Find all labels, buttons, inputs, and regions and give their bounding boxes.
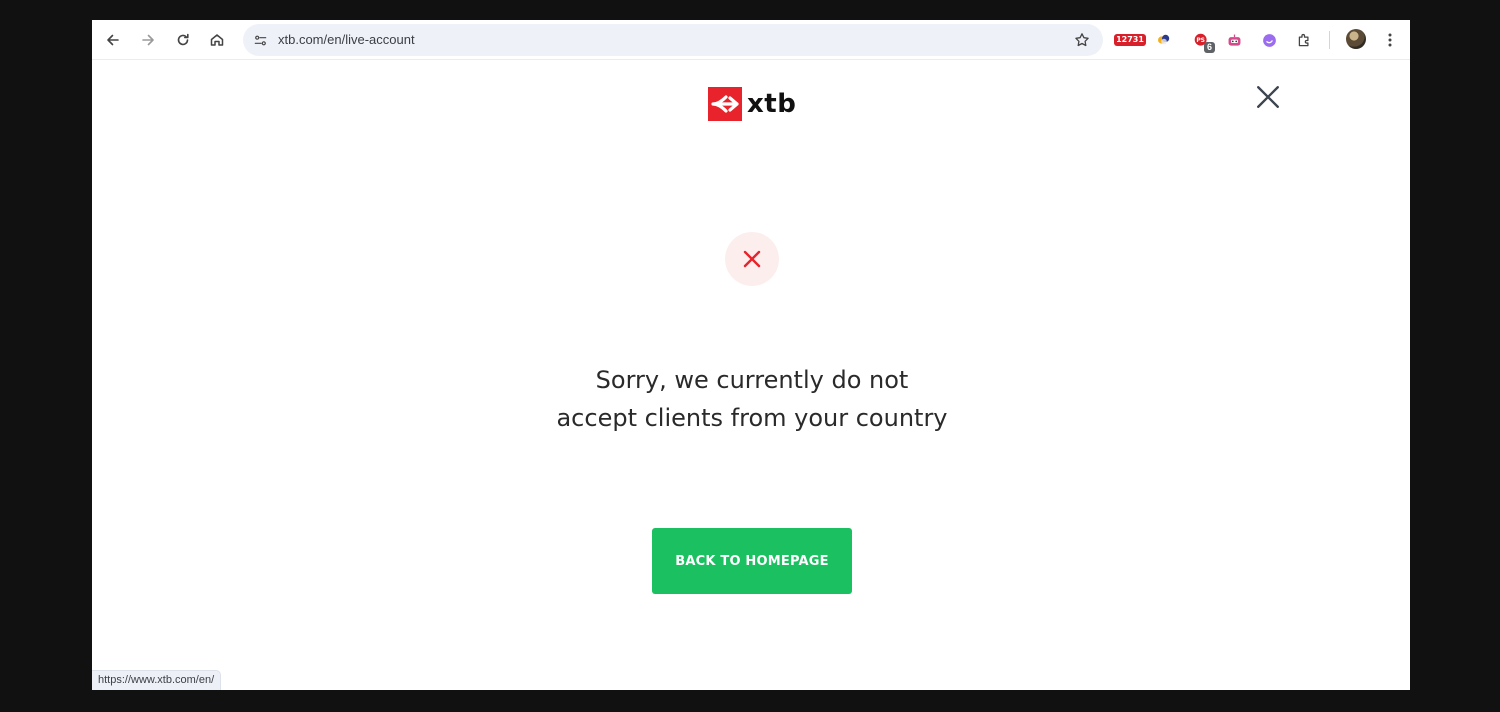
bookmark-star-icon[interactable] xyxy=(1073,31,1091,49)
error-message: Sorry, we currently do not accept client… xyxy=(556,366,948,432)
error-status-badge xyxy=(725,232,779,286)
error-x-icon xyxy=(743,250,761,268)
forward-button[interactable] xyxy=(135,27,161,53)
more-vert-icon xyxy=(1388,33,1392,47)
robot-extension-icon[interactable] xyxy=(1222,29,1246,51)
xtb-logo[interactable]: xtb xyxy=(708,86,796,121)
toolbar-divider xyxy=(1329,31,1330,49)
status-bar-link-preview: https://www.xtb.com/en/ xyxy=(92,670,222,690)
calendar-extension-icon[interactable]: 12731 xyxy=(1114,29,1146,51)
back-button[interactable] xyxy=(100,27,126,53)
url-text[interactable]: xtb.com/en/live-account xyxy=(278,32,415,47)
forward-arrow-icon xyxy=(142,34,154,46)
red-extension-icon[interactable]: PS 6 xyxy=(1187,29,1215,53)
purple-extension-icon[interactable] xyxy=(1257,29,1281,51)
puzzle-extensions-icon[interactable] xyxy=(1292,29,1316,51)
svg-text:PS: PS xyxy=(1196,37,1205,44)
color-picker-extension-icon[interactable] xyxy=(1152,29,1176,51)
close-icon xyxy=(1257,86,1279,108)
reload-icon xyxy=(177,33,189,46)
back-arrow-icon xyxy=(107,34,119,46)
reload-button[interactable] xyxy=(170,27,196,53)
close-button[interactable] xyxy=(1252,81,1284,113)
site-info-icon[interactable] xyxy=(250,30,270,50)
home-button[interactable] xyxy=(204,27,230,53)
browser-toolbar: xtb.com/en/live-account 12731 PS 6 xyxy=(92,20,1410,60)
xtb-logo-mark-icon xyxy=(708,86,742,121)
browser-window: xtb.com/en/live-account 12731 PS 6 xtb S… xyxy=(92,20,1410,690)
home-icon xyxy=(210,34,224,46)
back-to-homepage-button[interactable]: BACK TO HOMEPAGE xyxy=(652,528,852,594)
browser-menu-button[interactable] xyxy=(1380,29,1400,51)
address-bar[interactable]: xtb.com/en/live-account xyxy=(243,24,1103,56)
page-content: xtb Sorry, we currently do not accept cl… xyxy=(92,61,1410,690)
profile-avatar[interactable] xyxy=(1346,29,1366,49)
xtb-logo-text: xtb xyxy=(747,88,797,119)
